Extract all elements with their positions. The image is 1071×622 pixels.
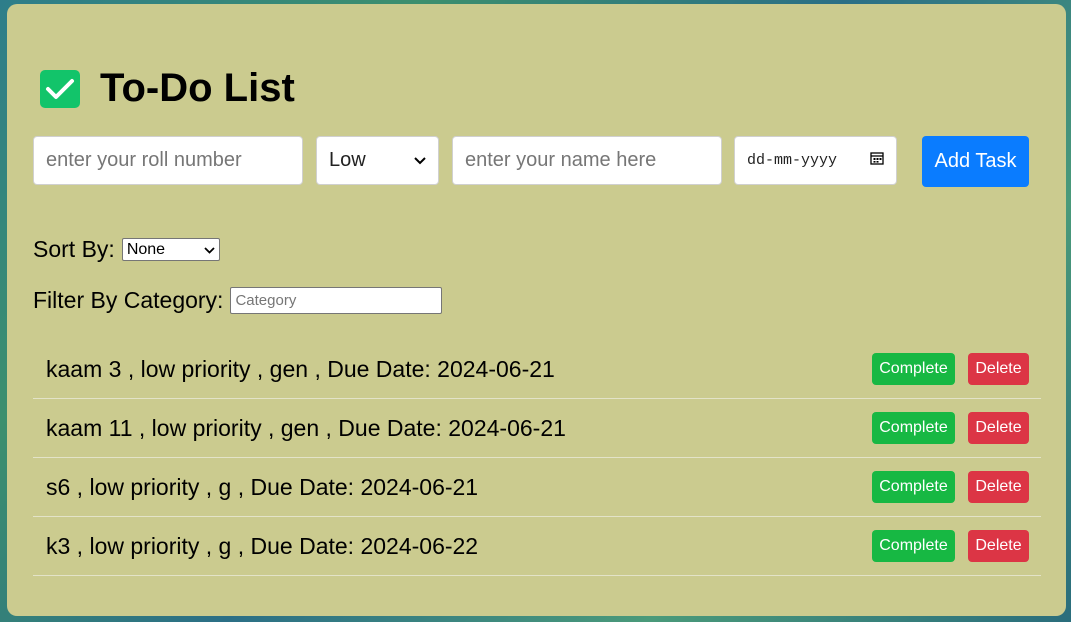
list-item: kaam 11 , low priority , gen , Due Date:…: [33, 399, 1041, 458]
category-filter-input[interactable]: [230, 287, 443, 314]
chevron-down-icon: [414, 154, 426, 168]
filter-row: Filter By Category:: [33, 287, 443, 314]
task-text: kaam 11 , low priority , gen , Due Date:…: [46, 414, 566, 441]
roll-number-input[interactable]: [33, 136, 303, 185]
list-item: k3 , low priority , g , Due Date: 2024-0…: [33, 517, 1041, 576]
list-item: kaam 3 , low priority , gen , Due Date: …: [33, 340, 1041, 399]
filter-label: Filter By Category:: [33, 287, 224, 313]
priority-value: Low: [329, 149, 366, 171]
sort-row: Sort By: None: [33, 236, 220, 263]
checkbox-icon: [40, 69, 80, 108]
task-text: s6 , low priority , g , Due Date: 2024-0…: [46, 473, 479, 500]
name-input[interactable]: [452, 136, 722, 185]
task-text: kaam 3 , low priority , gen , Due Date: …: [46, 355, 555, 382]
task-text: k3 , low priority , g , Due Date: 2024-0…: [46, 532, 479, 559]
delete-button[interactable]: Delete: [968, 412, 1029, 444]
delete-button[interactable]: Delete: [968, 530, 1029, 562]
complete-button[interactable]: Complete: [872, 353, 955, 385]
complete-button[interactable]: Complete: [872, 412, 955, 444]
page-title: To-Do List: [100, 66, 295, 110]
task-list: kaam 3 , low priority , gen , Due Date: …: [33, 340, 1041, 576]
date-placeholder: dd-mm-yyyy: [747, 152, 838, 169]
header: To-Do List: [40, 66, 295, 111]
delete-button[interactable]: Delete: [968, 471, 1029, 503]
task-actions: Complete Delete: [872, 530, 1029, 562]
calendar-icon[interactable]: [870, 151, 884, 170]
complete-button[interactable]: Complete: [872, 530, 955, 562]
sort-value: None: [126, 240, 166, 258]
complete-button[interactable]: Complete: [872, 471, 955, 503]
sort-select[interactable]: None: [121, 238, 220, 261]
sort-label: Sort By:: [33, 236, 115, 262]
delete-button[interactable]: Delete: [968, 353, 1029, 385]
add-task-button[interactable]: Add Task: [922, 136, 1029, 187]
todo-card: To-Do List Low dd-mm-yyyy Add Task So: [7, 4, 1066, 616]
list-item: s6 , low priority , g , Due Date: 2024-0…: [33, 458, 1041, 517]
chevron-down-icon: [204, 243, 215, 257]
task-actions: Complete Delete: [872, 471, 1029, 503]
task-actions: Complete Delete: [872, 353, 1029, 385]
priority-select[interactable]: Low: [316, 136, 439, 185]
task-actions: Complete Delete: [872, 412, 1029, 444]
due-date-input[interactable]: dd-mm-yyyy: [734, 136, 897, 185]
